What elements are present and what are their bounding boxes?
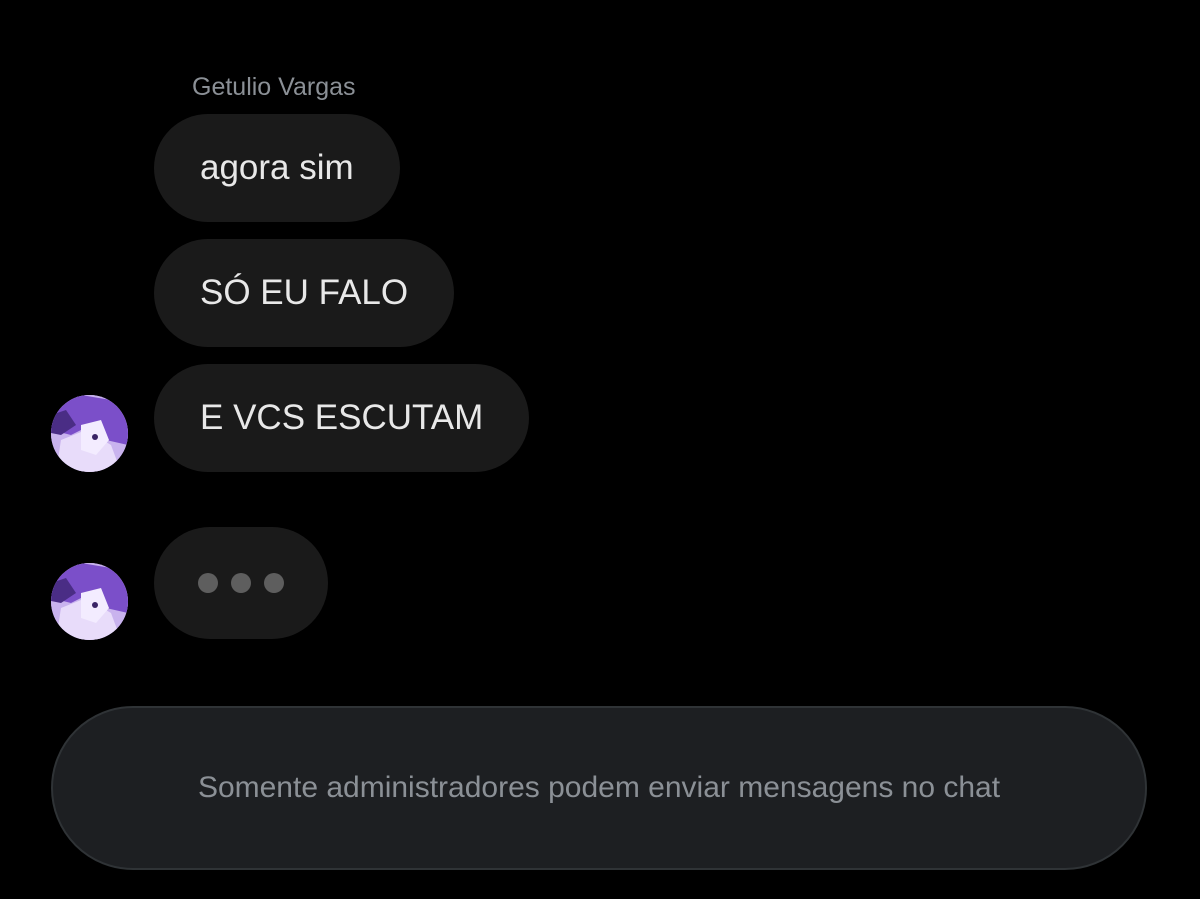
user-avatar[interactable] [51, 563, 128, 640]
typing-dot [231, 573, 251, 593]
sender-name: Getulio Vargas [192, 73, 356, 101]
admin-only-notice: Somente administradores podem enviar men… [197, 771, 1001, 804]
message-bubble[interactable]: agora sim [154, 114, 400, 222]
message-bubble[interactable]: E VCS ESCUTAM [154, 364, 530, 472]
typing-dot [198, 573, 218, 593]
message-text: agora sim [200, 148, 354, 187]
typing-indicator [154, 527, 328, 639]
avatar-image-icon [51, 563, 128, 640]
message-bubble[interactable]: SÓ EU FALO [154, 239, 455, 347]
typing-dot [264, 573, 284, 593]
user-avatar[interactable] [51, 395, 128, 472]
avatar-image-icon [51, 395, 128, 472]
message-text: E VCS ESCUTAM [200, 398, 484, 437]
message-composer-disabled: Somente administradores podem enviar men… [51, 706, 1147, 870]
message-text: SÓ EU FALO [200, 273, 409, 312]
